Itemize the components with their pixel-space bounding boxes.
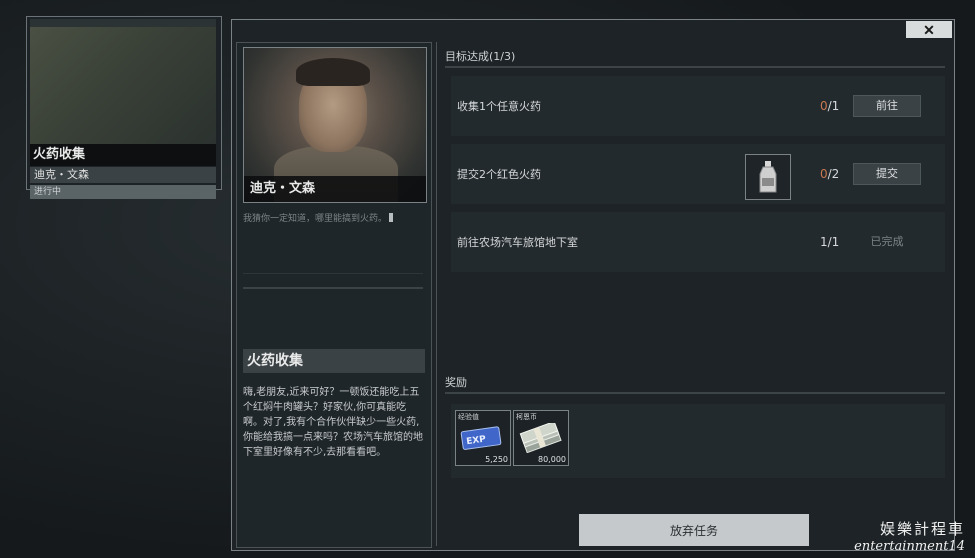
reward-name: 经验值 (458, 413, 479, 421)
quest-dialog: ✕ 迪克・文森 我猜你一定知道，哪里能搞到火药。 火药收集 嗨,老朋友,近来可好… (231, 19, 955, 551)
quest-card-status: 进行中 (30, 185, 216, 199)
objective-label: 收集1个任意火药 (457, 100, 541, 113)
objective-progress: 0/1 (820, 76, 839, 136)
divider-line (243, 273, 423, 274)
objective-total: /2 (827, 167, 840, 181)
abandon-quest-button[interactable]: 放弃任务 (579, 514, 809, 546)
objective-current: 1 (820, 235, 828, 249)
objective-current: 0 (820, 167, 828, 181)
reward-cash[interactable]: 柯恩币 80,000 (513, 410, 569, 466)
rewards-header: 奖励 (445, 376, 467, 389)
npc-dialogue-hint: 我猜你一定知道，哪里能搞到火药。 (243, 211, 423, 224)
exp-card-icon: EXP (460, 426, 502, 450)
goto-button[interactable]: 前往 (853, 95, 921, 117)
objective-label: 前往农场汽车旅馆地下室 (457, 236, 578, 249)
objectives-rule (445, 66, 945, 68)
divider-line (243, 287, 423, 289)
npc-portrait: 迪克・文森 (243, 47, 427, 203)
submit-button[interactable]: 提交 (853, 163, 921, 185)
rewards-rule (445, 392, 945, 394)
reward-value: 5,250 (485, 455, 508, 464)
objective-row: 收集1个任意火药 0/1 前往 (451, 76, 945, 136)
objective-label: 提交2个红色火药 (457, 168, 541, 181)
text-cursor-icon (389, 213, 394, 222)
objective-row: 提交2个红色火药 0/2 提交 (451, 144, 945, 204)
quest-card-header (30, 19, 216, 27)
cash-stack-icon (519, 423, 562, 453)
quest-title: 火药收集 (243, 349, 425, 373)
quest-card-title: 火药收集 (30, 144, 216, 166)
npc-name: 迪克・文森 (244, 176, 426, 202)
watermark-line2: entertainment14 (854, 539, 965, 554)
reward-name: 柯恩币 (516, 413, 537, 421)
objective-total: /1 (827, 235, 840, 249)
objective-progress: 0/2 (820, 144, 839, 204)
quest-description: 嗨,老朋友,近来可好？一顿饭还能吃上五个红焖牛肉罐头？好家伙,你可真能吃啊。对了… (243, 387, 423, 458)
npc-panel: 迪克・文森 我猜你一定知道，哪里能搞到火药。 火药收集 嗨,老朋友,近来可好？一… (236, 42, 432, 548)
objective-row: 前往农场汽车旅馆地下室 1/1 已完成 (451, 212, 945, 272)
hint-text: 我猜你一定知道，哪里能搞到火药。 (243, 214, 388, 224)
quest-thumbnail (30, 27, 216, 144)
objective-total: /1 (827, 99, 840, 113)
objective-progress: 1/1 (820, 212, 839, 272)
completed-label: 已完成 (870, 235, 904, 248)
dialogue-divider (243, 265, 423, 295)
portrait-hair (296, 58, 370, 86)
red-gunpowder-bottle-icon[interactable] (745, 154, 791, 200)
reward-value: 80,000 (538, 455, 566, 464)
watermark-line1: 娱樂計程車 (879, 520, 965, 538)
objective-current: 0 (820, 99, 828, 113)
objectives-header: 目标达成(1/3) (445, 50, 516, 63)
quest-card[interactable]: 火药收集 迪克・文森 进行中 (26, 16, 222, 199)
objectives-panel: 目标达成(1/3) 收集1个任意火药 0/1 前往 提交2个红色火药 0/2 提… (436, 42, 951, 546)
rewards-list: 经验值 EXP 5,250 柯恩币 80,000 (451, 404, 945, 478)
close-button[interactable]: ✕ (906, 21, 952, 38)
quest-card-npc: 迪克・文森 (30, 167, 216, 183)
watermark: 娱樂計程車 entertainment14 (854, 518, 965, 554)
reward-exp[interactable]: 经验值 EXP 5,250 (455, 410, 511, 466)
